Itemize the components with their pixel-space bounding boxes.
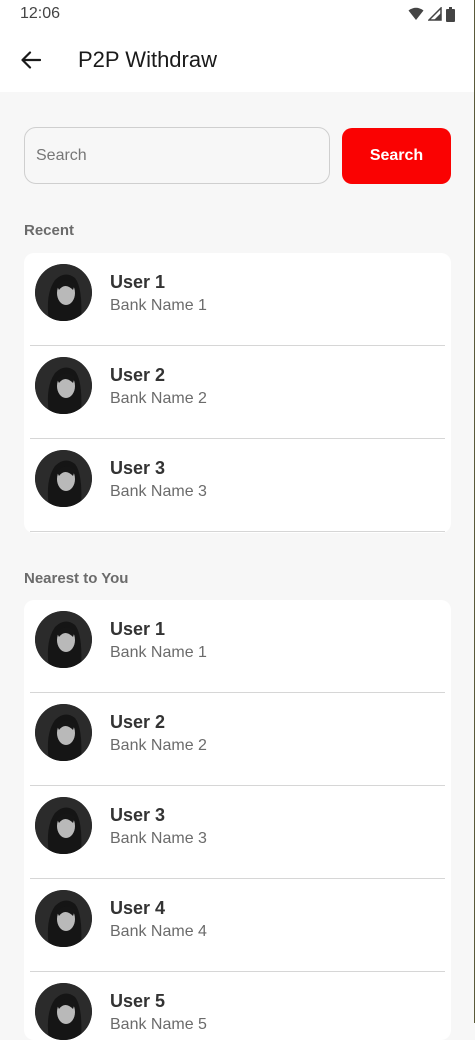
arrow-left-icon [21,51,41,69]
avatar [35,264,92,321]
avatar [35,611,92,668]
avatar [35,357,92,414]
recent-user-row[interactable]: User 2 Bank Name 2 [24,346,451,439]
bank-name: Bank Name 2 [110,390,207,407]
user-name: User 5 [110,991,166,1011]
bank-name: Bank Name 4 [110,923,207,940]
battery-icon [446,6,455,22]
wifi-icon [408,7,424,20]
user-name: User 4 [110,898,166,918]
row-divider [30,531,445,532]
search-button[interactable]: Search [342,128,451,184]
status-icons [408,6,455,22]
recent-section-title: Recent [24,222,75,239]
avatar [35,890,92,947]
search-input[interactable] [24,127,330,184]
nearest-user-row[interactable]: User 4 Bank Name 4 [24,879,451,972]
bank-name: Bank Name 1 [110,297,207,314]
back-button[interactable] [9,38,53,82]
avatar [35,450,92,507]
user-name: User 1 [110,272,166,292]
app-bar: P2P Withdraw [0,28,475,92]
nearest-section-title: Nearest to You [24,570,129,587]
page-title: P2P Withdraw [78,47,217,72]
nearest-user-row[interactable]: User 2 Bank Name 2 [24,693,451,786]
status-bar: 12:06 [0,0,475,28]
nearest-user-row[interactable]: User 1 Bank Name 1 [24,600,451,693]
bank-name: Bank Name 3 [110,483,207,500]
signal-icon [428,7,442,21]
user-name: User 2 [110,712,166,732]
recent-user-row[interactable]: User 3 Bank Name 3 [24,439,451,532]
user-name: User 2 [110,365,166,385]
status-time: 12:06 [20,5,61,22]
bank-name: Bank Name 3 [110,830,207,847]
search-row: Search [24,127,451,184]
nearest-list: User 1 Bank Name 1 User 2 Bank Name 2 Us… [24,600,451,1040]
avatar [35,797,92,854]
nearest-user-row[interactable]: User 5 Bank Name 5 [24,972,451,1040]
avatar [35,983,92,1040]
user-name: User 1 [110,619,166,639]
user-name: User 3 [110,458,166,478]
user-name: User 3 [110,805,166,825]
recent-user-row[interactable]: User 1 Bank Name 1 [24,253,451,346]
recent-list: User 1 Bank Name 1 User 2 Bank Name 2 Us… [24,253,451,533]
nearest-user-row[interactable]: User 3 Bank Name 3 [24,786,451,879]
bank-name: Bank Name 5 [110,1016,207,1033]
avatar [35,704,92,761]
bank-name: Bank Name 1 [110,644,207,661]
bank-name: Bank Name 2 [110,737,207,754]
